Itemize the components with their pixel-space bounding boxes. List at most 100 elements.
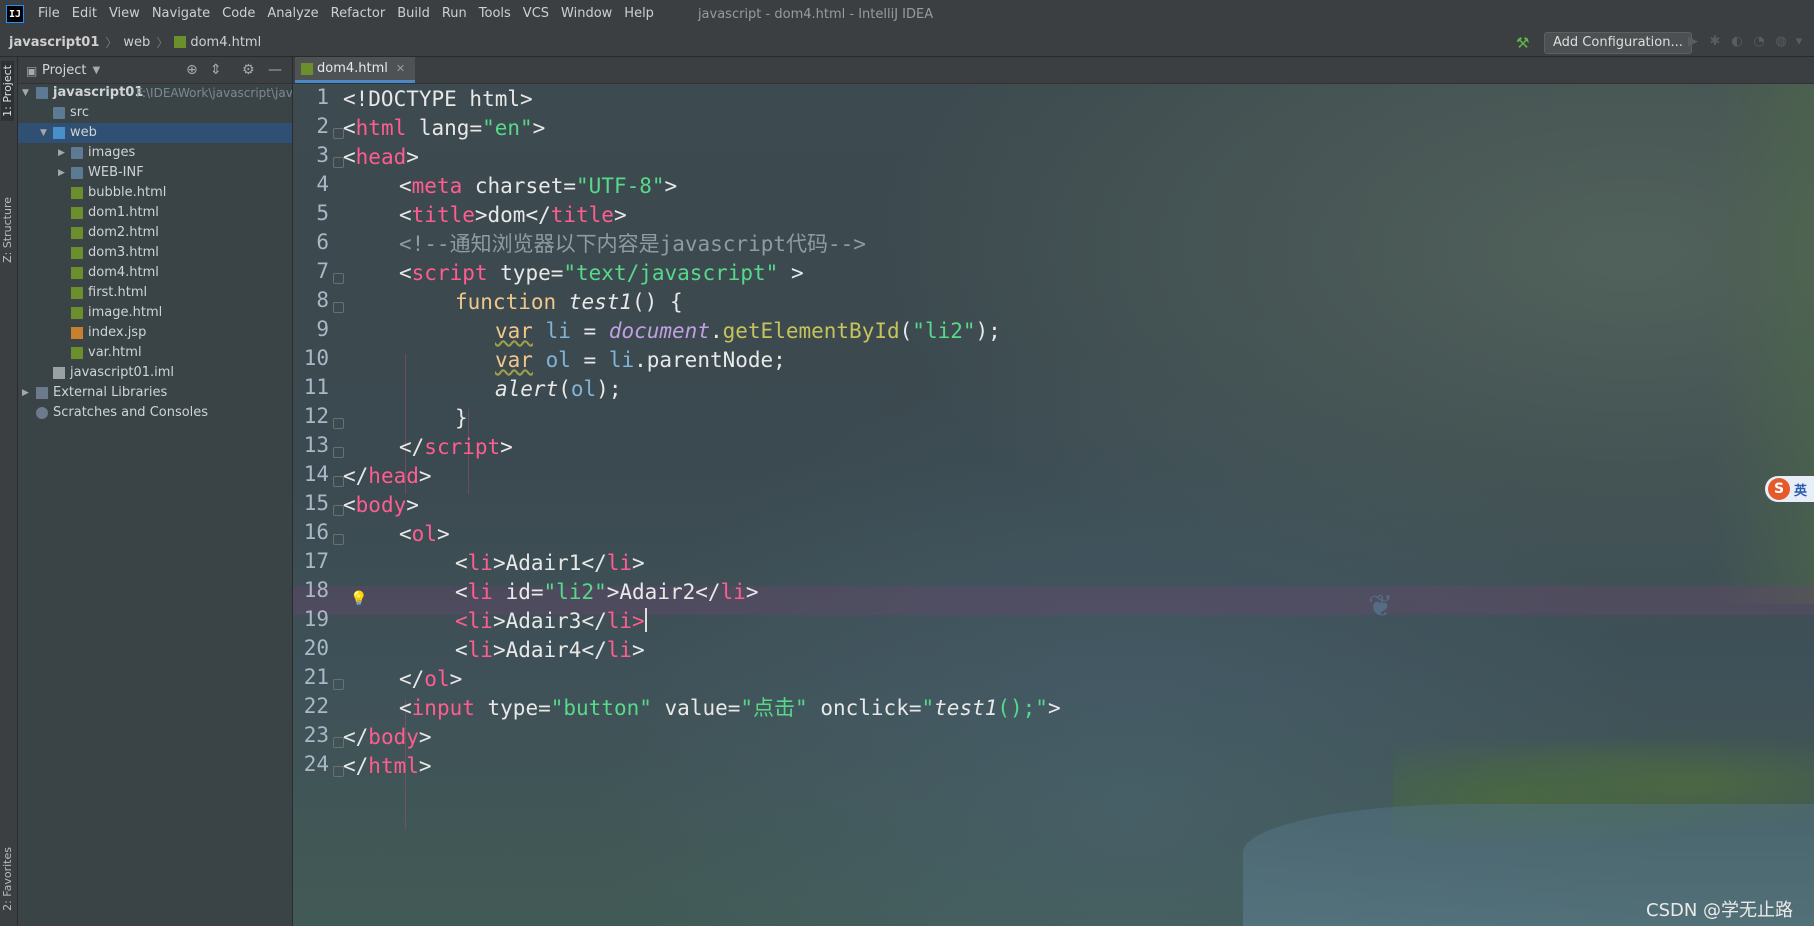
tree-item-image-html[interactable]: image.html — [18, 303, 292, 323]
menu-view[interactable]: View — [103, 0, 146, 28]
tree-item-bubble-html[interactable]: bubble.html — [18, 183, 292, 203]
close-icon[interactable]: ✕ — [396, 62, 405, 75]
code-line-11: alert(ol); — [495, 377, 622, 401]
line-number: 4 — [316, 172, 329, 196]
tree-item-external-libraries[interactable]: ▶ External Libraries — [18, 383, 292, 403]
menu-window[interactable]: Window — [555, 0, 618, 28]
tree-item-first-html[interactable]: first.html — [18, 283, 292, 303]
intellij-logo-icon: IJ — [6, 5, 24, 23]
left-tool-strip: 1: Project Z: Structure 2: Favorites — [0, 57, 18, 926]
ime-status-badge[interactable]: S 英 — [1765, 476, 1814, 502]
code-editor[interactable]: ❦ 1 2 3 4 5 6 7 8 9 10 11 12 13 14 15 16… — [293, 84, 1814, 926]
menu-refactor[interactable]: Refactor — [325, 0, 392, 28]
navigation-bar: javascript01 〉 web 〉 dom4.html ⚒ Add Con… — [0, 28, 1814, 57]
tool-tab-structure[interactable]: Z: Structure — [1, 197, 14, 263]
gear-icon[interactable]: ⚙ — [242, 62, 255, 78]
menu-tools[interactable]: Tools — [473, 0, 517, 28]
run-icon[interactable]: ▶ — [1686, 35, 1700, 49]
project-panel: ▣ Project ▼ ⊕ ⇕ ⚙ — ▼ javascript01 F:\ID… — [18, 57, 293, 926]
expanded-arrow-icon[interactable]: ▼ — [40, 123, 47, 143]
menu-build[interactable]: Build — [391, 0, 436, 28]
tree-item-javascript01[interactable]: ▼ javascript01 F:\IDEAWork\javascript\ja… — [18, 83, 292, 103]
menu-code[interactable]: Code — [216, 0, 261, 28]
tree-item-web[interactable]: ▼ web — [18, 123, 292, 143]
hide-icon[interactable]: — — [268, 62, 282, 78]
tree-item-images[interactable]: ▶ images — [18, 143, 292, 163]
collapse-all-icon[interactable]: ⇕ — [210, 62, 222, 78]
code-line-18: <li id="li2">Adair2</li> — [455, 580, 759, 604]
chevron-down-icon[interactable]: ▼ — [92, 65, 100, 76]
menu-vcs[interactable]: VCS — [517, 0, 555, 28]
menu-file[interactable]: File — [32, 0, 66, 28]
ime-language-label: 英 — [1794, 483, 1808, 499]
tree-item-src[interactable]: src — [18, 103, 292, 123]
fold-marker-icon[interactable] — [333, 447, 344, 458]
debug-icon[interactable]: ✱ — [1708, 35, 1722, 49]
tree-item-label: dom4.html — [88, 265, 159, 280]
html-file-icon — [71, 227, 83, 239]
tree-item-dom4-html[interactable]: dom4.html — [18, 263, 292, 283]
line-number: 23 — [303, 723, 329, 747]
folder-icon — [71, 147, 83, 159]
menu-analyze[interactable]: Analyze — [261, 0, 324, 28]
collapsed-arrow-icon[interactable]: ▶ — [58, 143, 65, 163]
line-number: 15 — [303, 491, 329, 515]
tree-item-label: web — [70, 125, 97, 140]
fold-marker-icon[interactable] — [333, 302, 344, 313]
collapsed-arrow-icon[interactable]: ▶ — [22, 383, 29, 403]
coverage-icon[interactable]: ◐ — [1730, 35, 1744, 49]
profile-icon[interactable]: ◔ — [1752, 35, 1766, 49]
code-line-15: <body> — [343, 493, 419, 517]
collapsed-arrow-icon[interactable]: ▶ — [58, 163, 65, 183]
line-number: 1 — [316, 85, 329, 109]
tree-item-label: dom3.html — [88, 245, 159, 260]
menu-run[interactable]: Run — [436, 0, 473, 28]
line-number: 18 — [303, 578, 329, 602]
line-number: 6 — [316, 230, 329, 254]
breadcrumb-web[interactable]: web — [123, 35, 150, 50]
project-view-selector[interactable]: Project — [42, 63, 86, 78]
code-line-19: <li>Adair3</li> — [455, 608, 647, 633]
code-line-2: <html lang="en"> — [343, 116, 546, 140]
locate-icon[interactable]: ⊕ — [186, 62, 198, 78]
tree-item-dom1-html[interactable]: dom1.html — [18, 203, 292, 223]
menu-navigate[interactable]: Navigate — [146, 0, 216, 28]
tree-item-label: image.html — [88, 305, 163, 320]
tree-item-dom3-html[interactable]: dom3.html — [18, 243, 292, 263]
line-number: 21 — [303, 665, 329, 689]
fold-marker-icon[interactable] — [333, 679, 344, 690]
line-number: 9 — [316, 317, 329, 341]
build-hammer-icon[interactable]: ⚒ — [1516, 34, 1529, 52]
tree-item-scratches[interactable]: Scratches and Consoles — [18, 403, 292, 423]
code-line-9: var li = document.getElementById("li2"); — [495, 319, 1001, 343]
code-line-3: <head> — [343, 145, 419, 169]
tree-item-var-html[interactable]: var.html — [18, 343, 292, 363]
tool-tab-project[interactable]: 1: Project — [1, 61, 14, 121]
line-number: 13 — [303, 433, 329, 457]
add-configuration-button[interactable]: Add Configuration... — [1544, 32, 1692, 54]
more-dropdown-icon[interactable]: ▾ — [1792, 35, 1806, 49]
jsp-file-icon — [71, 327, 83, 339]
tab-dom4-html[interactable]: dom4.html ✕ — [295, 57, 416, 83]
fold-marker-icon[interactable] — [333, 534, 344, 545]
tool-tab-favorites[interactable]: 2: Favorites — [1, 847, 14, 911]
html-file-icon — [71, 207, 83, 219]
tree-item-web-inf[interactable]: ▶ WEB-INF — [18, 163, 292, 183]
stop-icon[interactable]: ◍ — [1774, 35, 1788, 49]
tree-item-label: var.html — [88, 345, 142, 360]
tree-item-javascript01-iml[interactable]: javascript01.iml — [18, 363, 292, 383]
menu-edit[interactable]: Edit — [66, 0, 103, 28]
breadcrumb-file[interactable]: dom4.html — [190, 35, 261, 50]
tree-item-label: Scratches and Consoles — [53, 405, 209, 420]
intention-bulb-icon[interactable]: 💡 — [350, 591, 367, 607]
tree-item-index-jsp[interactable]: index.jsp — [18, 323, 292, 343]
menu-help[interactable]: Help — [618, 0, 660, 28]
fold-marker-icon[interactable] — [333, 273, 344, 284]
tree-item-dom2-html[interactable]: dom2.html — [18, 223, 292, 243]
fold-marker-icon[interactable] — [333, 418, 344, 429]
expanded-arrow-icon[interactable]: ▼ — [22, 83, 29, 103]
tree-item-label: index.jsp — [88, 325, 147, 340]
breadcrumb-project[interactable]: javascript01 — [9, 35, 99, 50]
window-title: javascript - dom4.html - IntelliJ IDEA — [697, 6, 934, 22]
editor-tab-bar: dom4.html ✕ — [293, 57, 1814, 84]
